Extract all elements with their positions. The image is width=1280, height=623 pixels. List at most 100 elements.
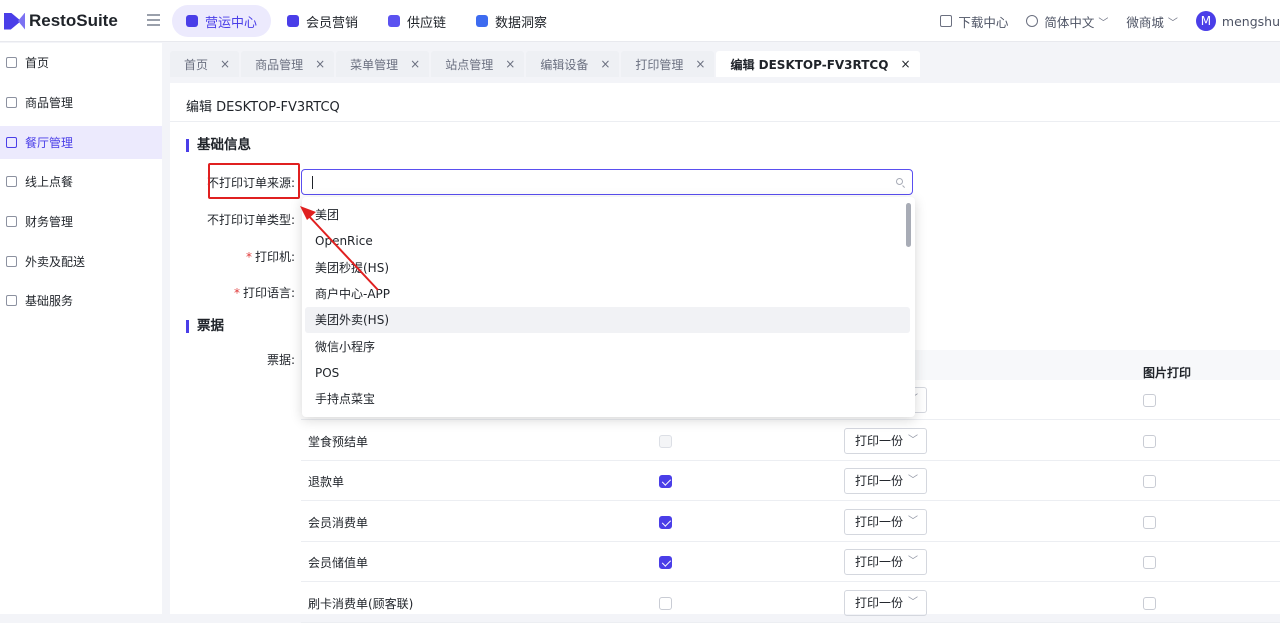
sidebar-item[interactable]: 餐厅管理 — [0, 126, 162, 159]
top-nav: 营运中心 会员营销 供应链 数据洞察 — [172, 5, 563, 37]
dropdown-option[interactable]: 手持点菜宝 — [305, 386, 910, 412]
copies-select[interactable]: 打印一份 ﹀ — [844, 549, 927, 575]
search-icon — [896, 178, 903, 185]
close-icon[interactable]: × — [900, 57, 910, 71]
sidebar-item[interactable]: 外卖及配送 — [0, 245, 162, 278]
language-select[interactable]: 简体中文 ﹀ — [1026, 12, 1108, 31]
download-center-label: 下载中心 — [958, 14, 1009, 30]
close-icon[interactable]: × — [695, 57, 705, 71]
sidebar-item[interactable]: 基础服务 — [0, 284, 162, 317]
receipt-name: 会员消费单 — [308, 515, 369, 530]
enable-checkbox[interactable] — [659, 515, 672, 529]
text-caret — [312, 176, 313, 189]
image-print-checkbox[interactable] — [1143, 475, 1156, 488]
sidebar-item-label: 餐厅管理 — [25, 136, 74, 150]
chevron-down-icon: ﹀ — [908, 556, 918, 567]
copies-select[interactable]: 打印一份 ﹀ — [844, 468, 927, 494]
download-center-button[interactable]: 下载中心 — [940, 12, 1008, 31]
page-tab[interactable]: 站点管理 × — [431, 51, 525, 77]
receipt-name: 刷卡消费单(顾客联) — [308, 596, 414, 611]
grid-icon — [6, 295, 17, 306]
enable-checkbox[interactable] — [659, 556, 672, 569]
printer-label: * 打印机: — [245, 250, 295, 264]
no-print-source-input[interactable] — [301, 169, 913, 195]
top-nav-tab[interactable]: 数据洞察 — [462, 5, 561, 37]
page-tab[interactable]: 编辑设备 × — [526, 51, 620, 77]
download-icon — [940, 15, 953, 27]
close-icon[interactable]: × — [505, 57, 515, 71]
sidebar-item[interactable]: 首页 — [0, 46, 162, 79]
sidebar-item-label: 线上点餐 — [25, 175, 74, 189]
page-tab-label: 编辑设备 — [540, 57, 589, 72]
order-icon — [6, 176, 17, 187]
top-nav-tab-label: 数据洞察 — [495, 15, 548, 31]
receipt-name: 会员储值单 — [308, 556, 369, 570]
sidebar-item-label: 外卖及配送 — [25, 255, 86, 269]
image-print-checkbox[interactable] — [1143, 394, 1156, 407]
page-tab-label: 商品管理 — [255, 57, 304, 72]
box-icon — [6, 97, 17, 108]
module-icon — [388, 15, 401, 27]
dropdown-option[interactable]: 美团外卖(HS) — [305, 307, 910, 334]
page-tab-label: 站点管理 — [445, 57, 494, 72]
enable-checkbox[interactable] — [659, 475, 672, 488]
dropdown-option[interactable]: OpenRice — [305, 228, 910, 254]
avatar: M — [1195, 11, 1216, 31]
collapse-menu-icon[interactable] — [147, 14, 160, 26]
col-image-print: 图片打印 — [1143, 366, 1192, 380]
dropdown-option[interactable]: 商户中心-APP — [305, 281, 910, 307]
receipt-name: 退款单 — [308, 475, 345, 489]
close-icon[interactable]: × — [220, 57, 230, 71]
sidebar-item[interactable]: 线上点餐 — [0, 165, 162, 198]
mall-select[interactable]: 微商城 ﹀ — [1126, 12, 1178, 31]
image-print-checkbox[interactable] — [1143, 515, 1156, 529]
restosuite-logo[interactable]: RestoSuite — [4, 11, 118, 31]
dropdown-option[interactable]: 美团秒提(HS) — [305, 255, 910, 281]
bag-icon — [6, 256, 17, 267]
copies-select[interactable]: 打印一份 ﹀ — [844, 589, 927, 616]
copies-select[interactable]: 打印一份 ﹀ — [844, 508, 927, 535]
sidebar: 首页商品管理餐厅管理线上点餐财务管理外卖及配送基础服务 — [0, 43, 162, 614]
copies-select-value: 打印一份 — [855, 555, 904, 569]
close-icon[interactable]: × — [315, 57, 325, 71]
page-tab-label: 打印管理 — [635, 57, 684, 72]
chevron-down-icon: ﹀ — [1098, 17, 1109, 29]
image-print-checkbox[interactable] — [1143, 556, 1156, 569]
sidebar-item[interactable]: 商品管理 — [0, 86, 162, 119]
dropdown-option[interactable]: POS — [305, 360, 910, 386]
page-tab[interactable]: 编辑 DESKTOP-FV3RTCQ × — [716, 51, 920, 77]
chevron-down-icon: ﹀ — [908, 475, 918, 486]
sidebar-item[interactable]: 财务管理 — [0, 205, 162, 238]
module-icon — [186, 15, 198, 27]
top-nav-tab[interactable]: 营运中心 — [172, 5, 272, 37]
sidebar-item-label: 基础服务 — [25, 294, 74, 308]
top-nav-tab[interactable]: 供应链 — [374, 5, 460, 37]
page-tab[interactable]: 首页 × — [170, 51, 240, 77]
enable-checkbox[interactable] — [659, 434, 672, 448]
dropdown-option[interactable]: 微信小程序 — [305, 334, 910, 360]
mall-label: 微商城 — [1126, 14, 1164, 30]
page-tab-label: 首页 — [184, 57, 209, 72]
close-icon[interactable]: × — [410, 57, 420, 71]
page-title: 编辑 DESKTOP-FV3RTCQ — [186, 100, 340, 115]
section-receipt: 票据 — [186, 319, 224, 333]
logo-mark-accent-icon — [18, 12, 25, 30]
receipt-label: 票据: — [266, 353, 295, 367]
page-tab[interactable]: 商品管理 × — [241, 51, 335, 77]
copies-select[interactable]: 打印一份 ﹀ — [844, 427, 927, 454]
enable-checkbox[interactable] — [659, 596, 672, 610]
close-icon[interactable]: × — [600, 57, 610, 71]
dropdown-option[interactable]: 美团 — [305, 202, 910, 228]
chevron-down-icon: ﹀ — [908, 515, 918, 527]
table-row: 会员消费单 打印一份 ﹀ — [301, 502, 1280, 542]
page-tab[interactable]: 打印管理 × — [621, 51, 715, 77]
top-nav-tab[interactable]: 会员营销 — [273, 5, 372, 37]
module-icon — [476, 15, 489, 27]
table-row: 会员储值单 打印一份 ﹀ — [301, 542, 1280, 582]
copies-select-value: 打印一份 — [855, 474, 904, 488]
chevron-down-icon: ﹀ — [1167, 17, 1178, 29]
image-print-checkbox[interactable] — [1143, 596, 1156, 610]
image-print-checkbox[interactable] — [1143, 434, 1156, 448]
page-tab[interactable]: 菜单管理 × — [336, 51, 430, 77]
user-menu[interactable]: M mengshu — [1195, 11, 1280, 31]
